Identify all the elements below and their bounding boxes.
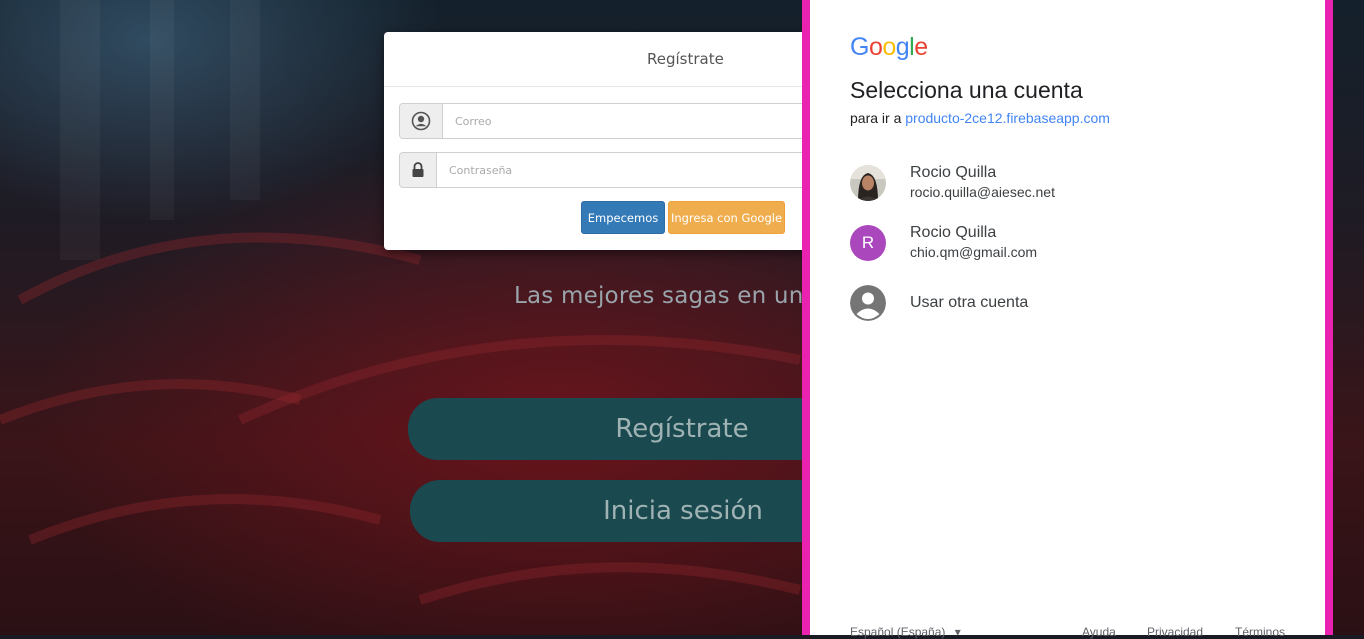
account-email: rocio.quilla@aiesec.net — [910, 184, 1055, 200]
chevron-down-icon: ▾ — [954, 625, 961, 639]
lock-icon — [400, 153, 437, 187]
use-other-account-label: Usar otra cuenta — [910, 294, 1029, 311]
user-icon — [400, 104, 443, 138]
privacy-link[interactable]: Privacidad — [1147, 625, 1203, 639]
terms-link[interactable]: Términos — [1235, 625, 1285, 639]
generic-account-icon — [850, 285, 886, 321]
account-name: Rocio Quilla — [910, 164, 997, 181]
account-email: chio.qm@gmail.com — [910, 244, 1038, 260]
app-tagline: Las mejores sagas en un solo — [514, 283, 834, 309]
register-modal-title: Regístrate — [384, 32, 814, 87]
language-selector[interactable]: Español (España) ▾ — [850, 625, 961, 639]
email-input[interactable] — [443, 104, 820, 138]
google-logo: Google — [850, 33, 928, 61]
account-item-aiesec[interactable]: Rocio Quilla rocio.quilla@aiesec.net — [850, 159, 1290, 207]
help-link[interactable]: Ayuda — [1082, 625, 1116, 639]
app-domain-link[interactable]: producto-2ce12.firebaseapp.com — [905, 110, 1110, 126]
google-signin-button[interactable]: Ingresa con Google — [668, 201, 785, 234]
use-other-account-item[interactable]: Usar otra cuenta — [850, 279, 1290, 327]
account-name: Rocio Quilla — [910, 224, 997, 241]
chooser-subtitle: para ir a producto-2ce12.firebaseapp.com — [850, 110, 1110, 126]
google-account-chooser: Google Selecciona una cuenta para ir a p… — [810, 0, 1325, 639]
email-input-group — [399, 103, 821, 139]
subtitle-prefix: para ir a — [850, 110, 902, 126]
password-input[interactable] — [437, 153, 820, 187]
letter-avatar: R — [850, 225, 886, 261]
account-item-gmail[interactable]: R Rocio Quilla chio.qm@gmail.com — [850, 219, 1290, 267]
password-input-group — [399, 152, 821, 188]
chooser-title: Selecciona una cuenta — [850, 77, 1083, 103]
register-modal: Regístrate Empecemos Ingresa con Google — [384, 32, 821, 250]
user-photo-avatar — [850, 165, 886, 201]
start-button[interactable]: Empecemos — [581, 201, 665, 234]
